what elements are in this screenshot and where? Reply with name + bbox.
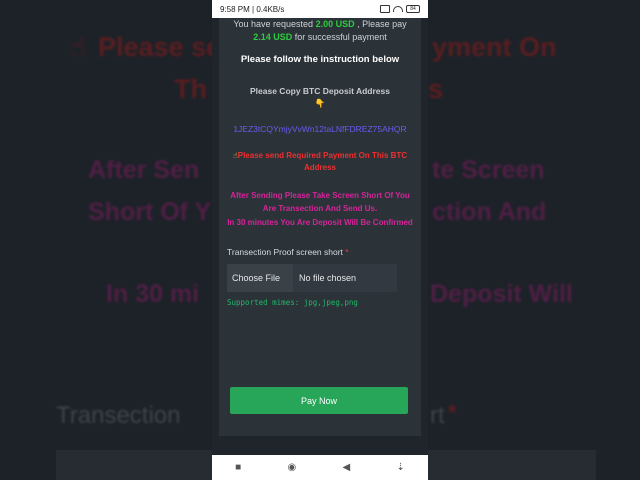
- bg-text-line2a: After Sen: [88, 156, 200, 184]
- follow-instruction-heading: Please follow the instruction below: [240, 54, 400, 65]
- signal-bars-icon: [380, 5, 390, 13]
- bg-text-line1d: s: [428, 74, 444, 104]
- bg-text-line2b: te Screen: [432, 156, 545, 184]
- recent-apps-icon[interactable]: ■: [235, 462, 241, 473]
- bg-text-line4b: Deposit Will: [430, 280, 573, 308]
- bg-text-line1c: Th: [174, 74, 207, 104]
- battery-level: 84: [410, 6, 416, 12]
- no-file-chosen-text: No file chosen: [293, 264, 397, 292]
- requested-amount: 2.00 USD: [315, 19, 355, 29]
- status-speed: 0.4KB/s: [256, 4, 285, 14]
- pay-now-button[interactable]: Pay Now: [230, 387, 408, 414]
- proof-label-text: Transection Proof screen short: [227, 247, 343, 257]
- wifi-icon: [393, 6, 403, 12]
- bg-required-marker: *: [448, 400, 457, 425]
- payment-card: You have requested 2.00 USD , Please pay…: [219, 18, 421, 436]
- bg-text-line3a: Short Of Y: [88, 198, 212, 226]
- status-left: 9:58 PM | 0.4KB/s: [220, 5, 284, 14]
- proof-label: Transection Proof screen short *: [227, 247, 413, 257]
- file-input[interactable]: Choose File No file chosen: [227, 264, 413, 292]
- payment-request-text: You have requested 2.00 USD , Please pay…: [227, 18, 413, 44]
- bg-text-line5b: rt: [430, 402, 445, 429]
- status-icons: 84: [380, 5, 420, 13]
- request-mid: , Please pay: [357, 19, 407, 29]
- btc-address[interactable]: 1JEZ3tCQYmjyVvWn12taLNfFDREZ75AHQR: [227, 123, 413, 136]
- confirm-time-text: In 30 minutes You Are Deposit Will Be Co…: [227, 218, 413, 227]
- pointing-down-hand-icon: 👇: [314, 98, 326, 108]
- bg-text-line1a: Please se: [98, 32, 222, 62]
- request-prefix: You have requested: [233, 19, 314, 29]
- copy-address-label: Please Copy BTC Deposit Address: [250, 86, 390, 96]
- android-nav-bar: ■ ◉ ◀ ⇣: [212, 455, 428, 480]
- battery-icon: 84: [406, 5, 420, 13]
- copy-address-label-block: Please Copy BTC Deposit Address 👇: [227, 85, 413, 109]
- after-sending-block: After Sending Please Take Screen Short O…: [227, 189, 413, 229]
- status-time: 9:58 PM: [220, 4, 250, 14]
- bg-text-line4a: In 30 mi: [106, 280, 200, 308]
- after-sending-text: After Sending Please Take Screen Short O…: [230, 191, 410, 213]
- bg-text-line5a: Transection: [56, 402, 181, 429]
- required-marker: *: [345, 247, 349, 257]
- phone-screen: 9:58 PM | 0.4KB/s 84 You have requested …: [212, 0, 428, 480]
- home-icon[interactable]: ◉: [287, 462, 296, 473]
- pay-amount: 2.14 USD: [253, 32, 293, 42]
- request-suffix: for successful payment: [294, 32, 387, 42]
- bg-text-line1b: yment On: [432, 32, 557, 62]
- send-required-block: ☝Please send Required Payment On This BT…: [227, 150, 413, 174]
- supported-mimes-text: Supported mimes: jpg,jpeg,png: [227, 298, 358, 307]
- bg-hand-icon: ☝: [70, 32, 87, 62]
- bg-text-line3b: ction And: [432, 198, 547, 226]
- send-required-text: Please send Required Payment On This BTC…: [237, 151, 408, 172]
- status-bar: 9:58 PM | 0.4KB/s 84: [212, 0, 428, 18]
- choose-file-button[interactable]: Choose File: [227, 264, 293, 292]
- back-icon[interactable]: ◀: [342, 462, 350, 473]
- download-arrow-icon[interactable]: ⇣: [396, 462, 404, 473]
